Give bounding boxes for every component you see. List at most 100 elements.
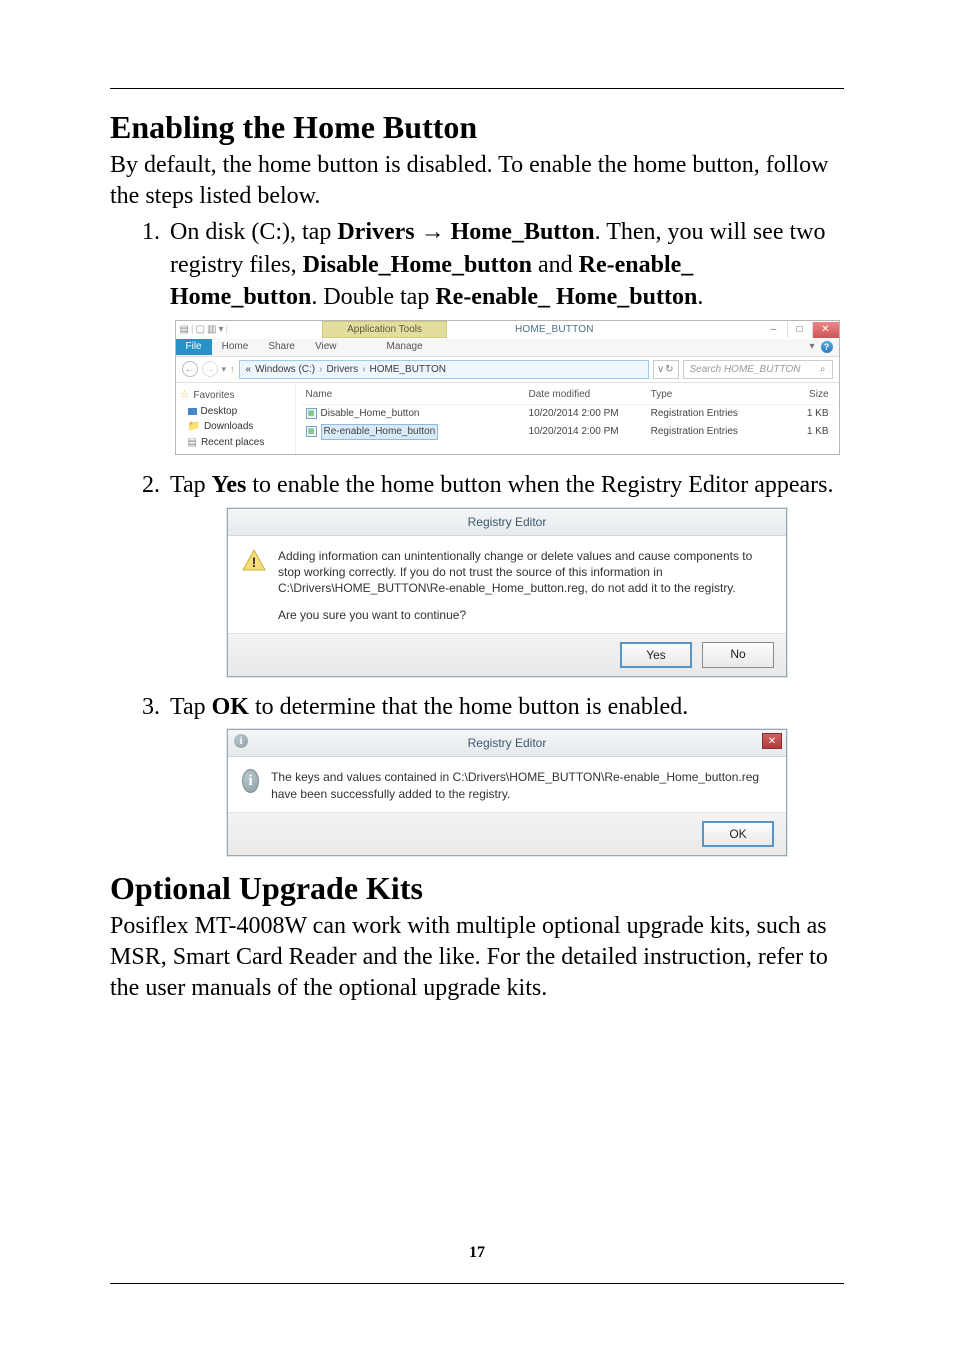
registry-icon: ▦ <box>306 408 317 419</box>
chevron-icon: › <box>362 363 365 377</box>
t: Tap <box>170 694 212 720</box>
t: . Double tap <box>311 284 435 310</box>
svg-text:!: ! <box>252 554 257 570</box>
ribbon-tab-manage[interactable]: Manage <box>377 339 433 355</box>
search-input[interactable]: Search HOME_BUTTON ⌕ <box>683 360 833 380</box>
application-tools-tab[interactable]: Application Tools <box>322 321 447 339</box>
ok-button[interactable]: OK <box>702 821 774 847</box>
minimize-button[interactable]: – <box>761 322 787 338</box>
tree-downloads[interactable]: 📁 Downloads <box>180 419 291 435</box>
t: Downloads <box>204 420 253 434</box>
home-button-label: Home_Button <box>451 219 595 245</box>
file-type: Registration Entries <box>647 404 769 422</box>
t: Recent places <box>201 436 264 450</box>
t: Favorites <box>193 389 234 403</box>
section-title-kits: Optional Upgrade Kits <box>110 870 844 907</box>
t: to enable the home button when the Regis… <box>246 472 833 498</box>
crumb-windows-c[interactable]: Windows (C:) <box>255 363 315 377</box>
file-name: Disable_Home_button <box>321 407 420 421</box>
yes-button[interactable]: Yes <box>620 642 692 668</box>
dialog-message: The keys and values contained in C:\Driv… <box>271 769 772 801</box>
help-icon[interactable]: ? <box>821 341 833 353</box>
col-size[interactable]: Size <box>769 386 833 404</box>
back-button[interactable]: ← <box>182 361 198 377</box>
registry-editor-warning-dialog: Registry Editor ! Adding information can… <box>227 508 787 677</box>
step-1: On disk (C:), tap Drivers → Home_Button.… <box>166 216 844 455</box>
reenable-label2: Re-enable_ Home_button <box>435 284 697 310</box>
properties-icon[interactable]: ▤ <box>180 323 189 337</box>
ribbon-tab-share[interactable]: Share <box>258 339 305 355</box>
ribbon-collapse-icon[interactable]: ▾ <box>809 340 814 354</box>
dialog-title: Registry Editor <box>468 735 547 751</box>
page-number: 17 <box>0 1244 954 1262</box>
file-date: 10/20/2014 2:00 PM <box>525 422 647 442</box>
qat-dropdown-icon[interactable]: ▾ <box>218 323 223 337</box>
col-type[interactable]: Type <box>647 386 769 404</box>
ribbon-tab-home[interactable]: Home <box>212 339 259 355</box>
new-folder-icon[interactable]: ▢ <box>196 323 205 337</box>
ribbon-tab-file[interactable]: File <box>176 339 212 355</box>
kits-body: Posiflex MT-4008W can work with multiple… <box>110 911 844 1005</box>
section-title-enabling: Enabling the Home Button <box>110 109 844 146</box>
warning-icon: ! <box>242 548 266 572</box>
col-name[interactable]: Name <box>302 386 525 404</box>
t: « <box>246 363 252 377</box>
dialog-question: Are you sure you want to continue? <box>278 607 772 623</box>
file-row-disable[interactable]: ▦Disable_Home_button 10/20/2014 2:00 PM … <box>302 404 833 422</box>
arrow: → <box>415 219 451 245</box>
refresh-icon[interactable]: ↻ <box>665 363 673 377</box>
addr-dropdown-icon[interactable]: v <box>658 363 663 377</box>
t: . <box>697 284 703 310</box>
nav-tree: ☆Favorites Desktop 📁 Downloads ▤ Recent pl… <box>176 383 296 454</box>
dialog-title: Registry Editor <box>468 514 547 530</box>
close-icon[interactable]: ✕ <box>762 733 782 749</box>
open-icon[interactable]: ▥ <box>207 323 216 337</box>
ok-label: OK <box>212 694 249 720</box>
tree-recent[interactable]: ▤ Recent places <box>180 435 291 451</box>
step-2: Tap Yes to enable the home button when t… <box>166 469 844 677</box>
maximize-button[interactable]: □ <box>787 322 813 338</box>
info-icon: i <box>242 769 259 793</box>
file-row-reenable[interactable]: ▦ Re-enable_Home_button 10/20/2014 2:00 P… <box>302 422 833 442</box>
yes-label: Yes <box>212 472 247 498</box>
t: Tap <box>170 472 212 498</box>
file-size: 1 KB <box>769 422 833 442</box>
folder-icon: 📁 <box>188 420 200 434</box>
search-icon[interactable]: ⌕ <box>820 363 826 377</box>
chevron-icon: › <box>319 363 322 377</box>
file-explorer-window: ▤ | ▢ ▥ ▾ | Application Tools HOME_BUTTO… <box>175 320 840 456</box>
crumb-home-button[interactable]: HOME_BUTTON <box>369 363 446 377</box>
forward-button[interactable]: → <box>202 361 218 377</box>
ribbon-tab-view[interactable]: View <box>305 339 347 355</box>
t: and <box>532 252 579 278</box>
drivers-label: Drivers <box>337 219 414 245</box>
footer-rule <box>110 1283 844 1284</box>
info-icon: i <box>234 734 248 748</box>
history-dropdown-icon[interactable]: ▾ <box>222 363 227 375</box>
file-type: Registration Entries <box>647 422 769 442</box>
recent-icon: ▤ <box>188 436 197 450</box>
step1-text: On disk (C:), tap Drivers → Home_Button.… <box>170 219 825 310</box>
t: to determine that the home button is ena… <box>249 694 688 720</box>
search-placeholder: Search HOME_BUTTON <box>690 363 801 377</box>
file-size: 1 KB <box>769 404 833 422</box>
intro-paragraph: By default, the home button is disabled.… <box>110 150 844 212</box>
address-bar[interactable]: « Windows (C:) › Drivers › HOME_BUTTON <box>239 360 650 380</box>
file-list: Name Date modified Type Size ▦Di <box>296 383 839 454</box>
up-button[interactable]: ↑ <box>230 363 235 375</box>
close-button[interactable]: ✕ <box>813 322 839 338</box>
file-name: Re-enable_Home_button <box>321 424 439 440</box>
registry-editor-success-dialog: i Registry Editor ✕ i The keys and value… <box>227 729 787 856</box>
tree-desktop[interactable]: Desktop <box>180 404 291 420</box>
window-title: HOME_BUTTON <box>475 323 594 337</box>
dialog-message: Adding information can unintentionally c… <box>278 548 772 597</box>
crumb-drivers[interactable]: Drivers <box>326 363 358 377</box>
star-icon: ☆ <box>180 388 190 403</box>
disable-label: Disable_Home_button <box>303 252 532 278</box>
col-date[interactable]: Date modified <box>525 386 647 404</box>
file-date: 10/20/2014 2:00 PM <box>525 404 647 422</box>
registry-icon: ▦ <box>306 426 317 437</box>
no-button[interactable]: No <box>702 642 774 668</box>
tree-favorites[interactable]: ☆Favorites <box>180 387 291 404</box>
t: On disk (C:), tap <box>170 219 337 245</box>
